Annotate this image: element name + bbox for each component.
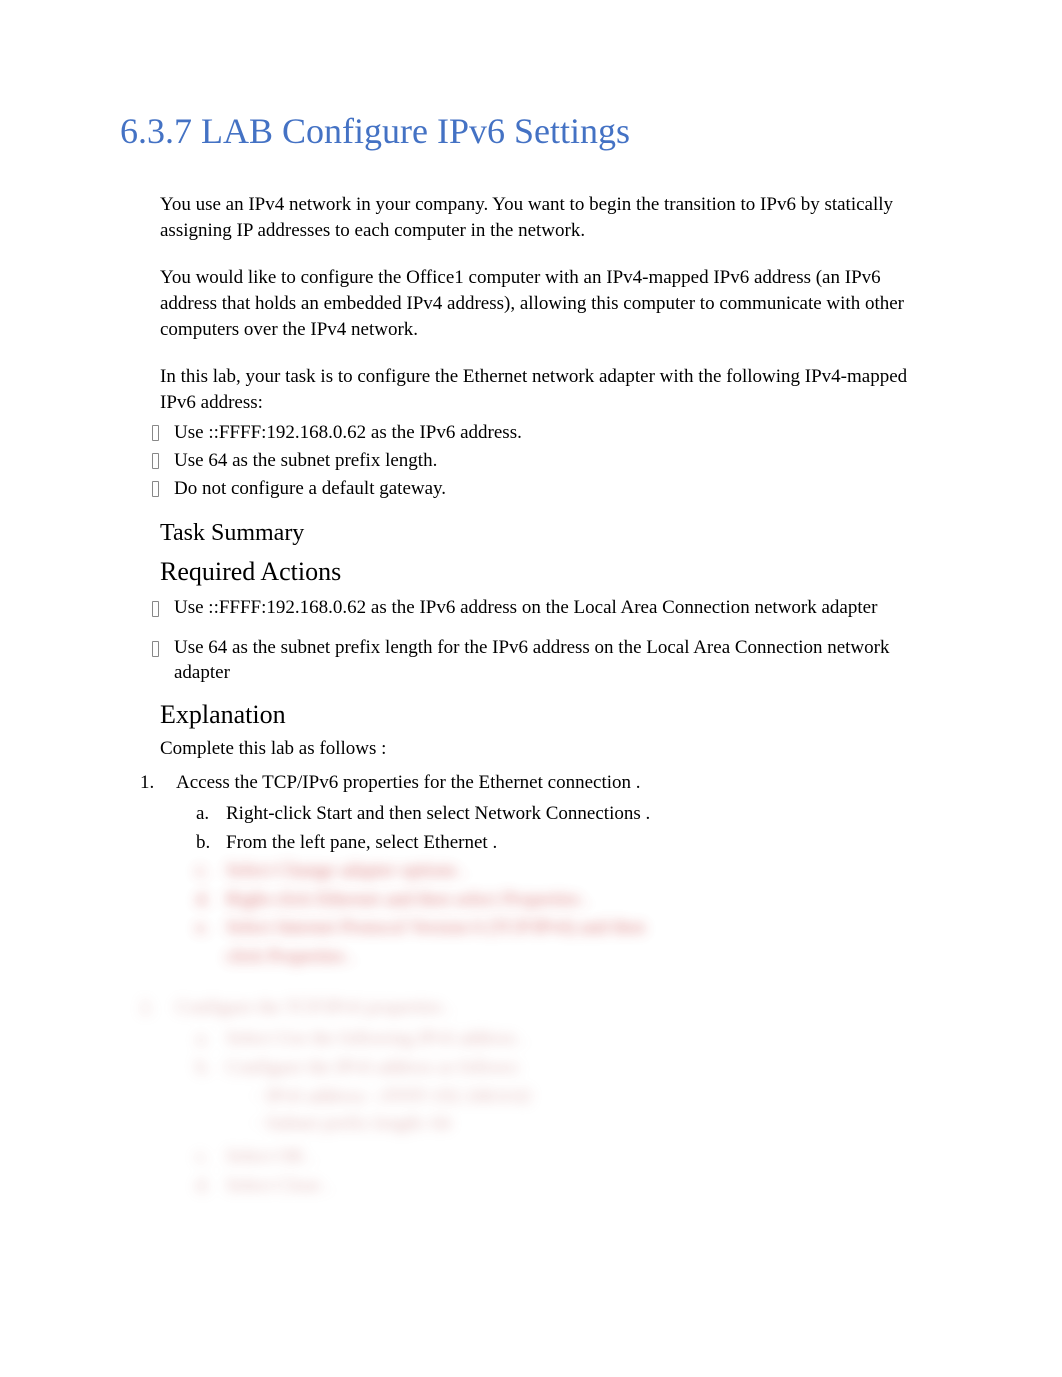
substep-text: Select Use the following IPv6 address . [226, 1028, 525, 1049]
substep-blurred: a. Select Use the following IPv6 address… [196, 1025, 942, 1054]
sub-subitem: Subnet prefix length: 64 [254, 1111, 942, 1138]
substep-letter: d. [196, 1172, 210, 1201]
step-number: 2. [140, 997, 154, 1019]
substep-text: Select OK . [226, 1146, 314, 1167]
steps-intro: Complete this lab as follows : [160, 738, 942, 760]
substep-letter: d. [196, 886, 210, 915]
substep-blurred: c. Select OK . [196, 1143, 942, 1172]
substeps-list: a. Right-click Start and then select Net… [196, 800, 942, 971]
substep-blurred: d. Right-click Ethernet and then select … [196, 886, 942, 915]
substep-blurred: c. Select Change adapter options . [196, 857, 942, 886]
required-action: Use ::FFFF:192.168.0.62 as the IPv6 addr… [150, 595, 942, 621]
substep-letter: a. [196, 1025, 209, 1054]
steps-list: 1. Access the TCP/IPv6 properties for th… [140, 772, 942, 1200]
bullet-post: as the IPv6 address. [366, 422, 522, 443]
substep-letter: c. [196, 1143, 209, 1172]
substeps-list: a. Select Use the following IPv6 address… [196, 1025, 942, 1082]
substep-letter: a. [196, 800, 209, 829]
sub-subitem: IPv6 address: ::FFFF:192.168.0.62 [254, 1084, 942, 1111]
page-title: 6.3.7 LAB Configure IPv6 Settings [120, 110, 942, 152]
step-text: Access the TCP/IPv6 properties for the E… [176, 772, 641, 793]
substep-a: a. Right-click Start and then select Net… [196, 800, 942, 829]
intro-paragraph-2: You would like to configure the Office1 … [160, 265, 942, 342]
step-number: 1. [140, 772, 154, 794]
bullet-code: ::FFFF:192.168.0.62 [208, 422, 366, 443]
substep-letter: e. [196, 914, 209, 943]
task-bullet: Use 64 as the subnet prefix length. [150, 447, 942, 475]
intro-paragraph-1: You use an IPv4 network in your company.… [160, 192, 942, 243]
substep-text: click Properties . [226, 946, 354, 967]
substep-blurred: b. Configure the IPv6 address as follows… [196, 1054, 942, 1083]
sub-sublist: IPv6 address: ::FFFF:192.168.0.62 Subnet… [254, 1084, 942, 1137]
task-bullet: Use ::FFFF:192.168.0.62 as the IPv6 addr… [150, 419, 942, 447]
substep-text: From the left pane, select [226, 832, 423, 853]
substep-text: Select Internet Protocol Version 6 (TCP/… [226, 917, 645, 938]
required-actions-heading: Required Actions [160, 557, 942, 587]
substep-blurred: d. Select Close . [196, 1172, 942, 1201]
bullet-post: Do not configure a default gateway. [174, 478, 446, 499]
explanation-heading: Explanation [160, 700, 942, 730]
substep-text2: . [641, 803, 651, 824]
substep-text: Select Change adapter options . [226, 860, 466, 881]
task-bullet: Do not configure a default gateway. [150, 475, 942, 503]
substep-text2: . [488, 832, 498, 853]
content-body: You use an IPv4 network in your company.… [120, 192, 942, 1200]
task-bullet-list: Use ::FFFF:192.168.0.62 as the IPv6 addr… [150, 419, 942, 502]
step-2-blurred: 2. Configure the TCP/IPv6 properties . a… [140, 997, 942, 1200]
substep-text: Right-click Start and then select [226, 803, 475, 824]
bullet-code: 64 [208, 450, 227, 471]
substep-blurred: click Properties . [196, 943, 942, 972]
substep-bold: Ethernet [423, 832, 487, 853]
intro-paragraph-3: In this lab, your task is to configure t… [160, 364, 942, 415]
substeps-list-cont: c. Select OK . d. Select Close . [196, 1143, 942, 1200]
step-text: Configure the TCP/IPv6 properties . [176, 997, 452, 1018]
substep-text: Right-click Ethernet and then select Pro… [226, 889, 590, 910]
task-summary-heading: Task Summary [160, 520, 942, 547]
substep-bold: Network Connections [475, 803, 641, 824]
bullet-post: as the subnet prefix length. [227, 450, 437, 471]
bullet-pre: Use [174, 450, 208, 471]
step-1: 1. Access the TCP/IPv6 properties for th… [140, 772, 942, 971]
required-actions-list: Use ::FFFF:192.168.0.62 as the IPv6 addr… [150, 595, 942, 686]
substep-text: Select Close . [226, 1175, 330, 1196]
substep-letter: b. [196, 829, 210, 858]
substep-letter: b. [196, 1054, 210, 1083]
substep-letter: c. [196, 857, 209, 886]
substep-text: Configure the IPv6 address as follows: [226, 1057, 521, 1078]
required-action: Use 64 as the subnet prefix length for t… [150, 635, 942, 686]
document-page: 6.3.7 LAB Configure IPv6 Settings You us… [0, 0, 1062, 1266]
substep-blurred: e. Select Internet Protocol Version 6 (T… [196, 914, 942, 943]
bullet-pre: Use [174, 422, 208, 443]
substep-b: b. From the left pane, select Ethernet . [196, 829, 942, 858]
